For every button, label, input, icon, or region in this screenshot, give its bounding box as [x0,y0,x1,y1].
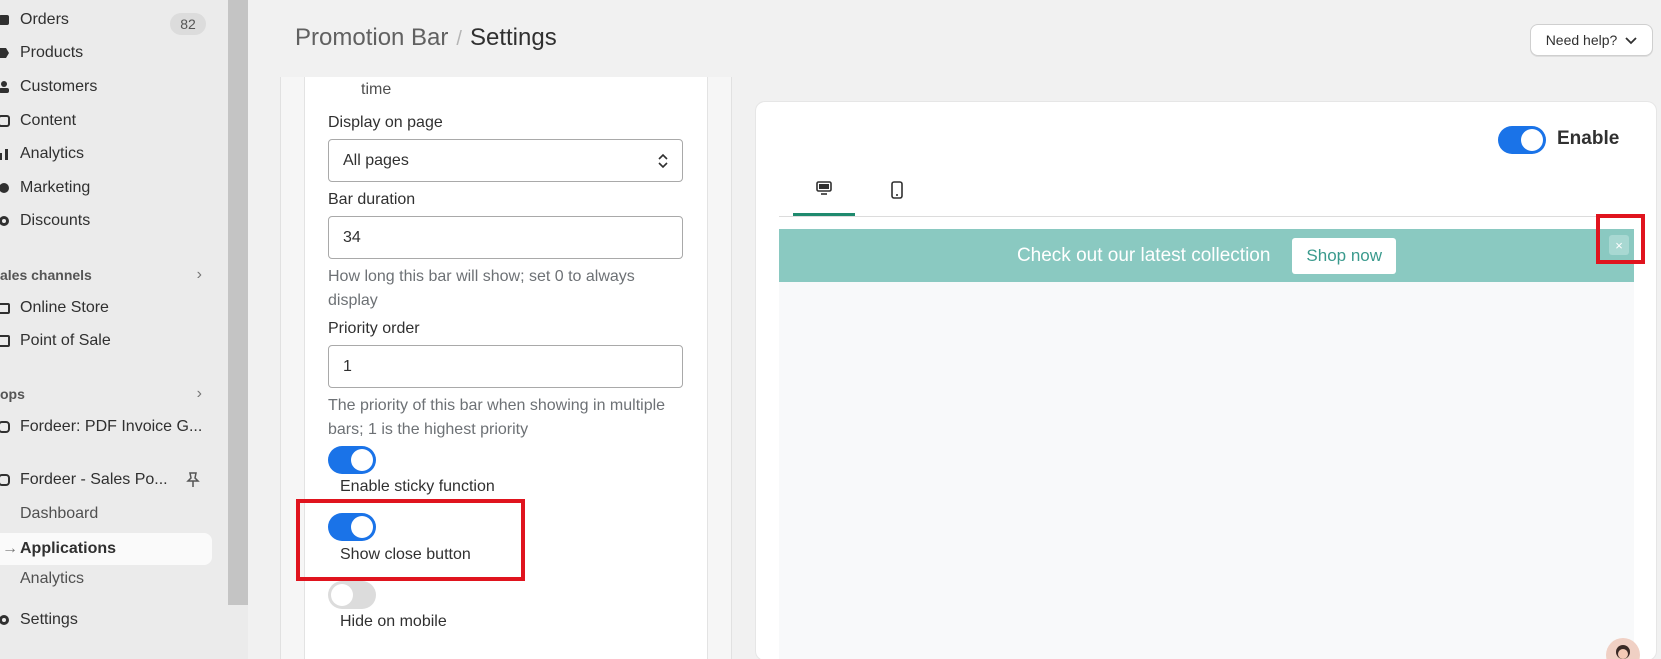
sidebar-item-analytics[interactable]: Analytics [0,138,212,170]
sidebar-item-label: Products [20,44,84,61]
orders-count-badge: 82 [170,13,206,35]
app-icon [0,473,10,487]
sales-channels-label: ales channels [0,267,92,283]
app-icon [0,420,10,434]
display-on-page-select[interactable]: All pages [328,139,683,182]
store-icon [0,301,10,315]
sidebar-item-label: Orders [20,11,69,28]
sidebar-item-label: Discounts [20,212,91,229]
discount-icon [0,214,10,228]
desktop-icon [816,180,832,201]
sticky-toggle[interactable] [328,446,376,474]
apps-header[interactable]: ops › [0,385,212,403]
shop-now-button[interactable]: Shop now [1292,237,1397,274]
sidebar-item-label: Settings [20,611,78,628]
need-help-label: Need help? [1545,32,1618,48]
bar-duration-help: How long this bar will show; set 0 to al… [328,268,635,309]
priority-order-label: Priority order [328,320,420,337]
sidebar-item-label: Customers [20,78,98,95]
target-icon [0,181,10,195]
priority-order-help: The priority of this bar when showing in… [328,397,666,438]
sidebar-item-label: Analytics [20,570,85,587]
breadcrumb: Promotion Bar / Settings [295,24,557,52]
sidebar-item-dashboard[interactable]: Dashboard [0,498,212,530]
sidebar-item-marketing[interactable]: Marketing [0,172,212,204]
sidebar-scrollbar-track [228,605,248,659]
page-title: Settings [469,24,557,51]
chevron-right-icon: › [196,385,202,402]
tab-mobile-preview[interactable] [866,168,928,216]
hide-on-mobile-toggle[interactable] [328,581,376,609]
sidebar-scrollbar[interactable] [228,0,248,605]
sidebar-item-online-store[interactable]: Online Store [0,292,212,324]
sidebar-item-orders[interactable]: Orders 82 [0,4,212,36]
pos-icon [0,334,10,348]
sidebar-item-label: Point of Sale [20,332,111,349]
select-arrows-icon [658,152,668,175]
chevron-down-icon [1625,32,1637,48]
highlight-box-close-button [1596,214,1645,264]
highlight-box-close-toggle [296,499,525,581]
promo-message: Check out our latest collection [1016,244,1271,266]
pin-icon[interactable] [186,472,200,493]
sidebar-item-content[interactable]: Content [0,105,212,137]
priority-order-input[interactable]: 1 [328,345,683,388]
content-icon [0,114,10,128]
sticky-toggle-label: Enable sticky function [340,478,495,495]
bar-duration-input[interactable]: 34 [328,216,683,259]
sidebar-item-settings[interactable]: Settings [0,604,212,636]
person-icon [0,80,10,94]
sidebar-item-label: Content [20,112,77,129]
enable-toggle[interactable] [1498,126,1546,154]
mobile-icon [891,180,903,204]
sidebar-item-point-of-sale[interactable]: Point of Sale [0,325,212,357]
sidebar-item-label: Fordeer: PDF Invoice G... [20,418,203,435]
hide-on-mobile-label: Hide on mobile [340,613,447,630]
time-text: time [361,81,392,98]
tab-desktop-preview[interactable] [793,168,855,216]
sales-channels-header[interactable]: ales channels › [0,266,212,284]
preview-canvas [779,229,1634,659]
chevron-right-icon: › [196,266,202,283]
sidebar-item-fordeer-pdf-invoice[interactable]: Fordeer: PDF Invoice G... [0,411,212,443]
sidebar-item-label: Marketing [20,179,91,196]
sidebar-item-customers[interactable]: Customers [0,71,212,103]
sidebar-item-discounts[interactable]: Discounts [0,205,212,237]
sidebar-item-label: Dashboard [20,505,99,522]
arrow-right-icon: → [2,540,18,557]
toggle-knob [351,449,373,471]
bar-chart-icon [0,147,10,161]
tag-icon [0,46,10,60]
sidebar-item-products[interactable]: Products [0,37,212,69]
bar-duration-label: Bar duration [328,191,416,208]
promotion-bar-preview: Check out our latest collection Shop now [779,229,1634,282]
display-on-page-value: All pages [343,151,409,169]
enable-label: Enable [1557,128,1620,149]
sidebar-item-label: Fordeer - Sales Po... [20,471,168,488]
sidebar-item-fordeer-sales-pop[interactable]: Fordeer - Sales Po... [0,464,212,496]
breadcrumb-separator: / [456,28,462,50]
display-on-page-label: Display on page [328,114,443,131]
sidebar: Orders 82 Products Customers Content Ana… [0,0,228,659]
gear-icon [0,613,10,627]
sidebar-item-applications[interactable]: → Applications [0,533,212,565]
breadcrumb-parent[interactable]: Promotion Bar [295,24,448,51]
need-help-button[interactable]: Need help? [1530,24,1653,56]
apps-label: ops [0,386,25,402]
tabs-divider [779,216,1634,217]
inbox-icon [0,13,10,27]
toggle-knob [331,584,353,606]
sidebar-item-label: Online Store [20,299,109,316]
toggle-knob [1521,129,1543,151]
sidebar-item-analytics-sub[interactable]: Analytics [0,566,212,588]
sidebar-item-label: Analytics [20,145,85,162]
